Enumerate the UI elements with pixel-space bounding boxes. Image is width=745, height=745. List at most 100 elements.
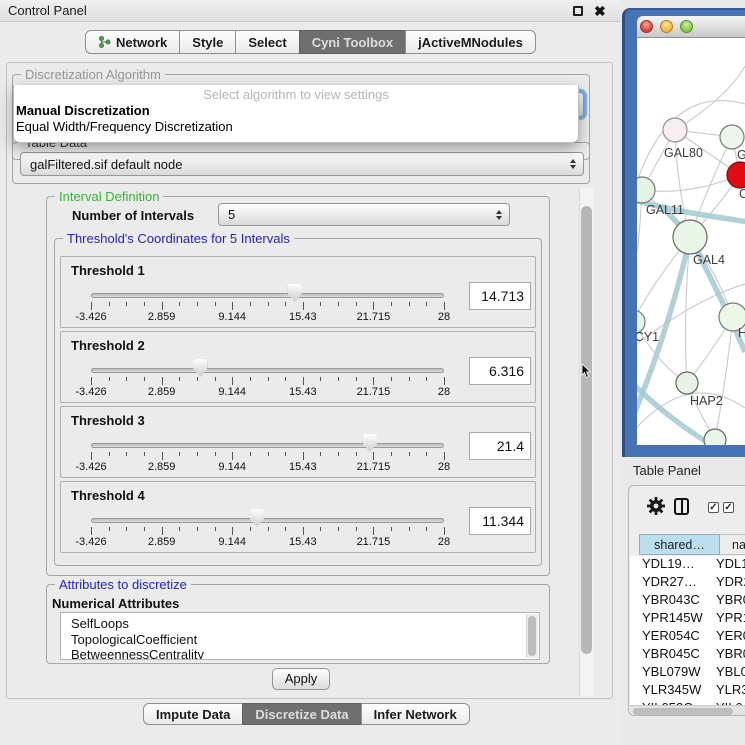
close-icon[interactable]: ✖ (594, 2, 606, 20)
tick-mark (162, 377, 163, 385)
tick-mark (373, 452, 374, 460)
threshold-1-box: Threshold 1-3.4262.8599.14415.4321.71528 (60, 256, 536, 328)
tick-mark (409, 452, 410, 456)
thresholds-group-label: Threshold's Coordinates for 5 Intervals (63, 231, 294, 246)
tab-infer-network[interactable]: Infer Network (361, 703, 470, 725)
column-header-name[interactable]: na (720, 534, 745, 555)
tab-discretize-data[interactable]: Discretize Data (242, 703, 361, 725)
network-node-bottom-node[interactable] (704, 429, 726, 445)
tick-label: 21.715 (357, 311, 391, 323)
table-row[interactable]: YPR145WYPR1 (630, 610, 745, 628)
network-canvas[interactable]: GAL80GAGAL11CGAL4GCY1HHAP2 (637, 38, 745, 445)
network-node-red-node[interactable] (727, 162, 745, 188)
list-item-topologicalcoefficient[interactable]: TopologicalCoefficient (71, 632, 539, 648)
network-node-gal4[interactable] (673, 220, 707, 254)
table-row[interactable]: YDL19…YDL1 (630, 556, 745, 574)
column-header-shared-name[interactable]: shared… (639, 534, 720, 555)
threshold-slider-track[interactable] (91, 443, 444, 448)
table-data-select[interactable]: galFiltered.sif default node (20, 152, 584, 176)
list-item-betweennesscentrality[interactable]: BetweennessCentrality (71, 647, 539, 660)
tick-label: 15.43 (289, 311, 317, 323)
threshold-slider-track[interactable] (91, 518, 444, 523)
threshold-value-input[interactable] (469, 282, 531, 310)
tick-mark (144, 302, 145, 306)
minimize-traffic-light-icon[interactable] (660, 20, 673, 33)
table-row[interactable]: YBR043CYBR0 (630, 592, 745, 610)
tick-mark (409, 527, 410, 531)
threshold-label: Threshold 3 (71, 413, 145, 428)
network-node-gal80[interactable] (663, 118, 687, 142)
tab-style[interactable]: Style (179, 30, 236, 54)
stepper-icon (496, 210, 502, 220)
tick-mark (373, 377, 374, 385)
list-item-selfloops[interactable]: SelfLoops (71, 616, 539, 632)
settings-scrollbar-thumb[interactable] (581, 206, 592, 654)
tab-cyni-toolbox[interactable]: Cyni Toolbox (299, 30, 406, 54)
table-hscrollbar-track[interactable] (630, 705, 745, 716)
tab-label: Infer Network (374, 707, 457, 722)
mouse-cursor (581, 364, 592, 379)
network-node-gal11[interactable] (637, 177, 655, 203)
tab-jactivemnodules[interactable]: jActiveMNodules (405, 30, 536, 54)
network-window-titlebar[interactable] (637, 16, 745, 38)
node-label-gal4: GAL4 (693, 253, 725, 267)
table-row[interactable]: YLR345WYLR3 (630, 682, 745, 700)
cell-shared-name: YDR27… (642, 574, 712, 589)
table-row[interactable]: YBR045CYBR0 (630, 646, 745, 664)
control-panel-titlebar: Control Panel ✖ (0, 0, 620, 22)
tab-network[interactable]: Network (85, 30, 180, 54)
tick-mark (109, 302, 110, 306)
threshold-value-input[interactable] (469, 357, 531, 385)
table-rows[interactable]: YDL19…YDL1YDR27… YDR2 YBR043CYBR0YPR145WYP… (630, 556, 745, 705)
threshold-slider-thumb[interactable] (193, 359, 207, 377)
tick-mark (215, 302, 216, 306)
tab-select[interactable]: Select (235, 30, 299, 54)
node-label-hap2: HAP2 (690, 394, 723, 408)
threshold-slider-thumb[interactable] (288, 284, 302, 302)
close-traffic-light-icon[interactable] (640, 20, 653, 33)
tick-mark (303, 452, 304, 460)
threshold-slider-thumb[interactable] (363, 434, 377, 452)
tab-impute-data[interactable]: Impute Data (143, 703, 243, 725)
cell-name: YBL0 (716, 664, 745, 679)
threshold-slider-thumb[interactable] (250, 509, 264, 527)
number-of-intervals-select[interactable]: 5 (218, 203, 510, 226)
interval-definition-label: Interval Definition (55, 189, 163, 204)
network-node-ga[interactable] (720, 125, 744, 149)
zoom-traffic-light-icon[interactable] (680, 20, 693, 33)
threshold-value-input[interactable] (469, 507, 531, 535)
cell-name: YER0 (716, 628, 745, 643)
tick-mark (338, 452, 339, 456)
tick-label: 28 (438, 536, 450, 548)
cell-name: YDR2 (716, 574, 745, 589)
table-row[interactable]: YBL079WYBL0 (630, 664, 745, 682)
float-window-icon[interactable] (573, 6, 583, 16)
number-of-intervals-label: Number of Intervals (72, 208, 194, 223)
panel-title: Control Panel (8, 3, 87, 18)
table-row[interactable]: YDR27… YDR2 (630, 574, 745, 592)
checkbox-icon[interactable]: ✓ (723, 502, 734, 513)
column-visibility-icon[interactable] (674, 498, 689, 515)
dropdown-prompt: Select algorithm to view settings (14, 87, 578, 103)
menu-item-manual-discretization[interactable]: Manual Discretization (14, 103, 578, 119)
network-edge[interactable] (675, 66, 745, 130)
checkbox-icon[interactable]: ✓ (708, 502, 719, 513)
tick-mark (391, 452, 392, 456)
cell-shared-name: YDL19… (642, 556, 712, 571)
menu-item-equal-width-frequency-discretization[interactable]: Equal Width/Frequency Discretization (14, 119, 578, 135)
tick-mark (179, 452, 180, 456)
threshold-slider-track[interactable] (91, 293, 444, 298)
threshold-slider-track[interactable] (91, 368, 444, 373)
network-edge[interactable] (642, 175, 740, 191)
table-row[interactable]: YER054CYER0 (630, 628, 745, 646)
apply-button[interactable]: Apply (272, 668, 330, 690)
tick-mark (232, 302, 233, 310)
table-hscrollbar-thumb[interactable] (633, 708, 733, 715)
network-edge[interactable] (715, 317, 733, 438)
threshold-value-input[interactable] (469, 432, 531, 460)
attributes-scrollbar-thumb[interactable] (528, 616, 536, 656)
tick-label: 21.715 (357, 461, 391, 473)
gear-icon[interactable] (646, 496, 666, 516)
network-node-hap2[interactable] (676, 372, 698, 394)
numerical-attributes-list[interactable]: SelfLoopsTopologicalCoefficientBetweenne… (60, 612, 540, 660)
